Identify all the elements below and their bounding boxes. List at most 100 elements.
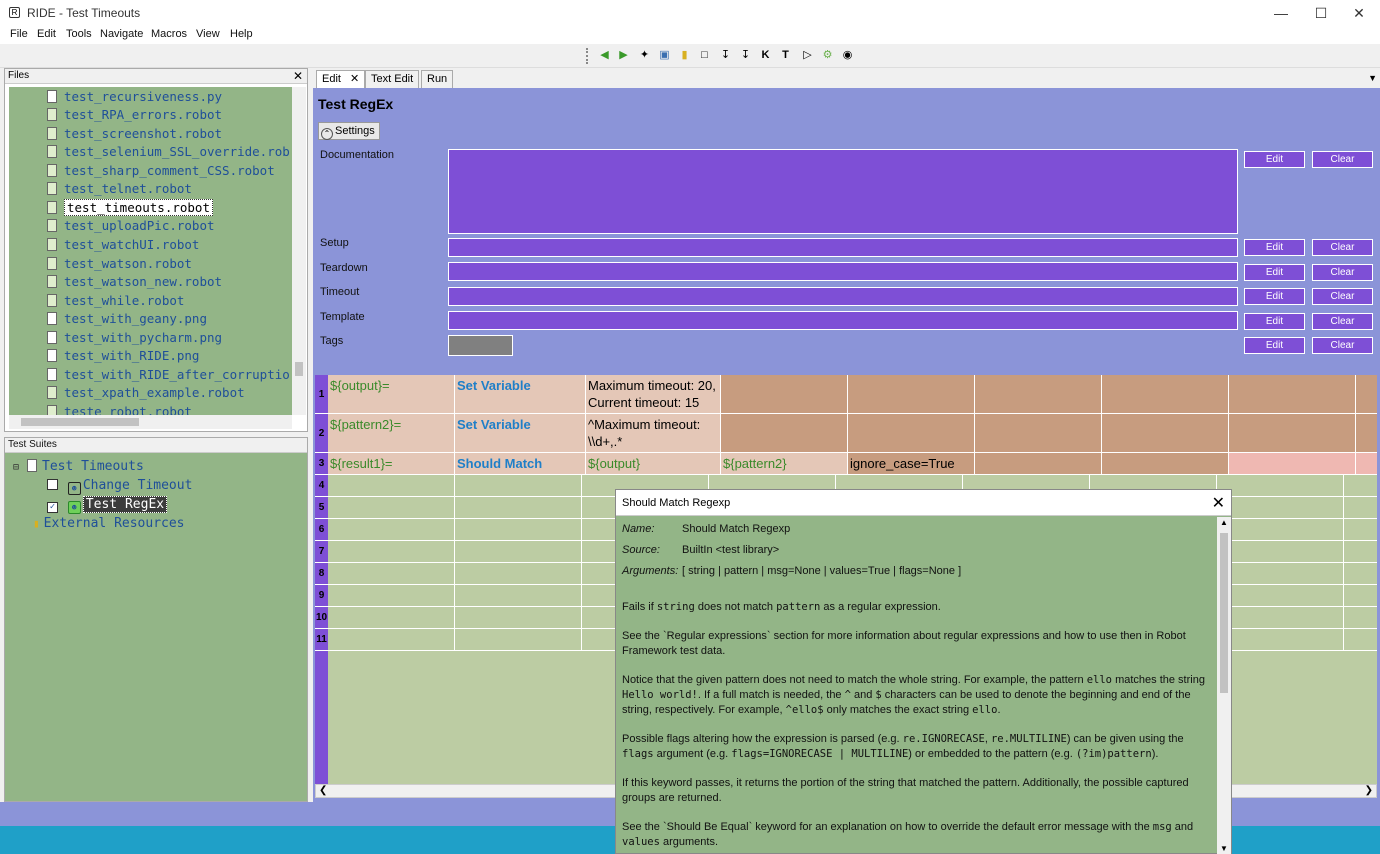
grid-cell[interactable] [848, 375, 975, 414]
grid-cell[interactable] [975, 453, 1102, 475]
grid-cell[interactable]: ${output}= [328, 375, 455, 414]
toolbar-grip[interactable] [586, 48, 589, 64]
close-window-button[interactable]: ✕ [1336, 0, 1380, 26]
grid-cell[interactable]: ${pattern2}= [328, 414, 455, 453]
grid-cell[interactable] [848, 414, 975, 453]
menu-file[interactable]: File [10, 28, 28, 40]
files-horizontal-scrollbar[interactable] [9, 415, 292, 429]
file-item[interactable]: test_RPA_errors.robot [47, 106, 222, 124]
file-item[interactable]: test_selenium_SSL_override.rob [47, 143, 290, 161]
documentation-field[interactable] [448, 149, 1238, 234]
grid-cell[interactable] [1356, 375, 1377, 414]
files-scroll-thumb[interactable] [295, 362, 303, 376]
open-folder-icon[interactable]: ▣ [657, 48, 672, 63]
grid-cell[interactable] [1229, 375, 1356, 414]
grid-cell[interactable]: Set Variable [455, 414, 586, 453]
tags-field[interactable] [448, 335, 513, 356]
tags-clear-button[interactable]: Clear [1312, 337, 1373, 354]
test-case-change-timeout[interactable]: ☻ Change Timeout [47, 478, 192, 495]
close-files-panel-icon[interactable]: ✕ [293, 69, 303, 83]
row-header[interactable]: 7 [315, 541, 328, 563]
file-item[interactable]: test_telnet.robot [47, 180, 192, 198]
scroll-left-icon[interactable]: ❮ [319, 785, 327, 796]
keyword-search-icon[interactable]: K [758, 48, 773, 63]
file-item-selected[interactable]: test_timeouts.robot [47, 199, 213, 217]
tags-edit-button[interactable]: Edit [1244, 337, 1305, 354]
save-icon[interactable]: ↧ [718, 48, 733, 63]
grid-cell[interactable] [975, 414, 1102, 453]
teardown-edit-button[interactable]: Edit [1244, 264, 1305, 281]
grid-cell[interactable] [721, 375, 848, 414]
grid-cell[interactable]: Set Variable [455, 375, 586, 414]
grid-cell[interactable] [1102, 453, 1229, 475]
menu-help[interactable]: Help [230, 28, 253, 40]
file-item[interactable]: test_sharp_comment_CSS.robot [47, 162, 275, 180]
file-item[interactable]: teste_robot.robot [47, 403, 192, 415]
popup-scroll-thumb[interactable] [1220, 533, 1228, 693]
popup-vertical-scrollbar[interactable]: ▲ ▼ [1217, 517, 1231, 854]
back-arrow-icon[interactable]: ◀ [597, 48, 612, 63]
file-item[interactable]: test_uploadPic.robot [47, 217, 215, 235]
close-tab-icon[interactable]: ✕ [350, 73, 359, 85]
checkbox-checked[interactable]: ✓ [47, 502, 58, 513]
settings-toggle[interactable]: ⌃ Settings [318, 122, 380, 140]
close-popup-icon[interactable]: ✕ [1212, 493, 1225, 513]
row-header[interactable]: 11 [315, 629, 328, 651]
row-header[interactable]: 10 [315, 607, 328, 629]
menu-macros[interactable]: Macros [151, 28, 187, 40]
row-header[interactable]: 3 [315, 453, 328, 475]
grid-cell[interactable]: ignore_case=True [848, 453, 975, 475]
external-resources[interactable]: ▮ External Resources [33, 516, 185, 531]
file-item[interactable]: test_watson_new.robot [47, 273, 222, 291]
collapse-icon[interactable]: ⊟ [13, 462, 19, 473]
tab-menu-dropdown-icon[interactable]: ▼ [1368, 73, 1377, 83]
grid-cell[interactable] [1356, 453, 1377, 475]
menu-edit[interactable]: Edit [37, 28, 56, 40]
teardown-clear-button[interactable]: Clear [1312, 264, 1373, 281]
menu-view[interactable]: View [196, 28, 220, 40]
row-header[interactable]: 4 [315, 475, 328, 497]
grid-cell[interactable] [1229, 453, 1356, 475]
setup-edit-button[interactable]: Edit [1244, 239, 1305, 256]
timeout-edit-button[interactable]: Edit [1244, 288, 1305, 305]
files-vertical-scrollbar[interactable] [292, 87, 306, 415]
run-icon[interactable]: ▷ [800, 48, 815, 63]
grid-cell[interactable] [1229, 414, 1356, 453]
scroll-down-icon[interactable]: ▼ [1220, 844, 1228, 853]
grid-cell[interactable]: ${pattern2} [721, 453, 848, 475]
grid-cell[interactable] [1102, 414, 1229, 453]
row-header[interactable]: 6 [315, 519, 328, 541]
teardown-field[interactable] [448, 262, 1238, 281]
file-item[interactable]: test_screenshot.robot [47, 125, 222, 143]
row-header[interactable]: 5 [315, 497, 328, 519]
checkbox[interactable] [47, 479, 58, 490]
tab-text-edit[interactable]: Text Edit [365, 70, 420, 88]
scroll-right-icon[interactable]: ❯ [1365, 785, 1373, 796]
scroll-up-icon[interactable]: ▲ [1220, 518, 1228, 527]
file-item[interactable]: test_xpath_example.robot [47, 384, 245, 402]
grid-cell[interactable] [975, 375, 1102, 414]
file-item[interactable]: test_watchUI.robot [47, 236, 199, 254]
timeout-field[interactable] [448, 287, 1238, 306]
grid-cell[interactable]: ^Maximum timeout: \\d+,.* [586, 414, 721, 453]
tab-run[interactable]: Run [421, 70, 454, 88]
row-header[interactable]: 2 [315, 414, 328, 453]
grid-cell[interactable] [721, 414, 848, 453]
settings-gear-icon[interactable]: ⚙ [820, 48, 835, 63]
tab-edit[interactable]: Edit ✕ [316, 70, 366, 88]
setup-clear-button[interactable]: Clear [1312, 239, 1373, 256]
grid-cell[interactable] [1356, 414, 1377, 453]
open-directory-icon[interactable]: ▮ [677, 48, 692, 63]
file-item[interactable]: test_with_geany.png [47, 310, 207, 328]
menu-tools[interactable]: Tools [66, 28, 92, 40]
grid-cell[interactable]: ${result1}= [328, 453, 455, 475]
grid-cell[interactable]: ${output} [586, 453, 721, 475]
menu-navigate[interactable]: Navigate [100, 28, 143, 40]
grid-cell[interactable]: Should Match [455, 453, 586, 475]
text-search-icon[interactable]: T [778, 48, 793, 63]
template-field[interactable] [448, 311, 1238, 330]
file-item[interactable]: test_watson.robot [47, 255, 192, 273]
forward-arrow-icon[interactable]: ▶ [616, 48, 631, 63]
documentation-edit-button[interactable]: Edit [1244, 151, 1305, 168]
row-header[interactable]: 8 [315, 563, 328, 585]
